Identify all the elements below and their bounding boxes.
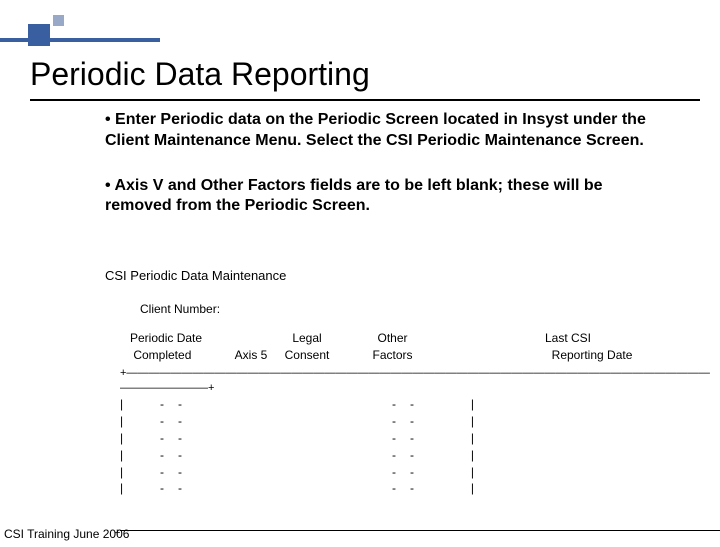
table-rule-top: +———————————————————————————————————————… — [120, 366, 710, 381]
col-axis5 — [225, 330, 277, 347]
col-periodic-date: Periodic Date — [130, 330, 225, 347]
table-body: |----||----||----||----||----||----| — [120, 396, 710, 497]
col-consent: Consent — [277, 347, 337, 364]
col-lastcsi: Last CSI — [545, 330, 685, 347]
col-other: Other — [355, 330, 430, 347]
footer-text: CSI Training June 2006 — [4, 527, 129, 541]
bullet-1: • Enter Periodic data on the Periodic Sc… — [105, 110, 665, 152]
table-row: |----| — [120, 396, 710, 413]
table-row: |----| — [120, 480, 710, 497]
table-row: |----| — [120, 430, 710, 447]
table-rule-tail: ————————+ — [120, 381, 710, 396]
periodic-data-table: Periodic Date Legal Other Last CSI Compl… — [120, 330, 710, 497]
table-row: |----| — [120, 413, 710, 430]
table-row: |----| — [120, 447, 710, 464]
table-header-row-2: Completed Axis 5 Consent Factors Reporti… — [120, 347, 710, 364]
page-title: Periodic Data Reporting — [30, 56, 370, 93]
client-number-label: Client Number: — [140, 302, 220, 316]
bullet-1-text: Enter Periodic data on the Periodic Scre… — [105, 111, 646, 149]
table-row: |----| — [120, 464, 710, 481]
col-completed: Completed — [130, 347, 225, 364]
bullet-2: • Axis V and Other Factors fields are to… — [105, 176, 665, 218]
col-factors: Factors — [355, 347, 430, 364]
footer-plus: + — [114, 527, 120, 539]
subheading: CSI Periodic Data Maintenance — [105, 268, 286, 283]
header-square-small — [53, 15, 64, 26]
col-legal: Legal — [277, 330, 337, 347]
title-underline — [30, 99, 700, 101]
col-axis5-2: Axis 5 — [225, 347, 277, 364]
bullet-2-text: Axis V and Other Factors fields are to b… — [105, 177, 603, 215]
footer-rule — [120, 530, 720, 531]
header-square-large — [28, 24, 50, 46]
col-reporting-date: Reporting Date — [545, 347, 685, 364]
bullet-list: • Enter Periodic data on the Periodic Sc… — [105, 110, 665, 241]
header-bar — [0, 38, 160, 42]
header-decoration — [0, 0, 160, 48]
table-header-row-1: Periodic Date Legal Other Last CSI — [120, 330, 710, 347]
